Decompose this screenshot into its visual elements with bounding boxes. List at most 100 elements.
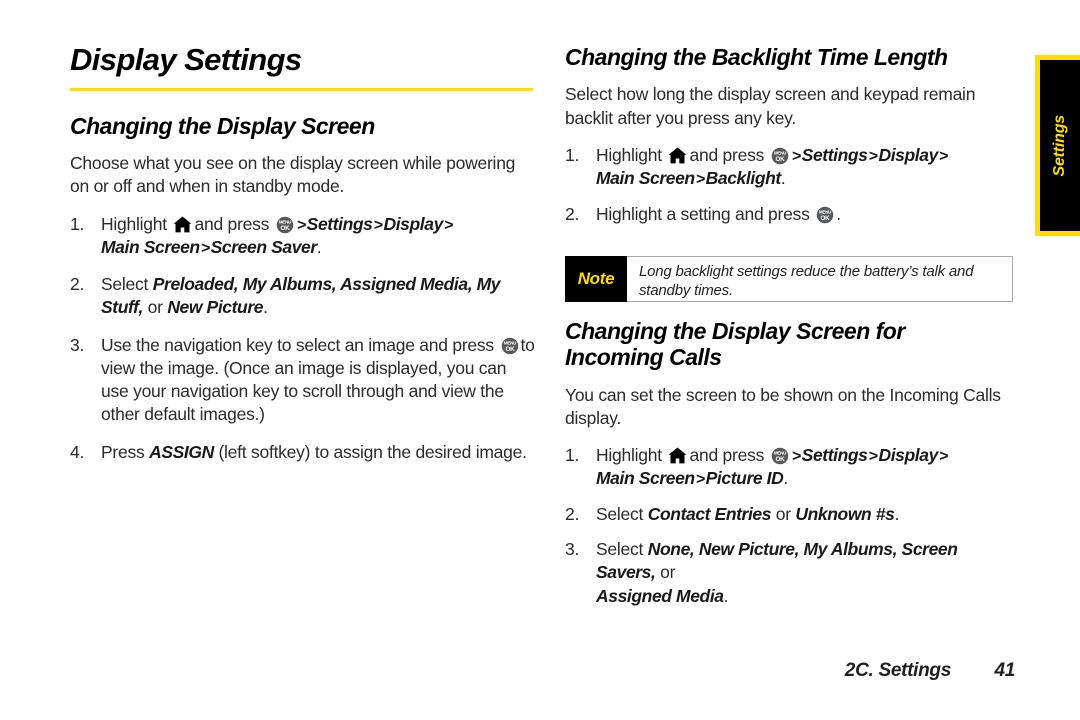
list-item: 2. Select Preloaded, My Albums, Assigned …: [70, 273, 535, 320]
step-number: 1.: [565, 144, 580, 165]
menu-path-settings: Settings: [306, 213, 373, 234]
path-separator: >: [695, 171, 705, 189]
path-separator: >: [938, 147, 948, 165]
list-item: 3. Use the navigation key to select an im…: [70, 334, 535, 427]
step-number: 2.: [565, 203, 580, 224]
path-separator: >: [868, 448, 878, 466]
svg-text:OK: OK: [775, 156, 785, 163]
menu-ok-icon: MENU OK: [276, 216, 294, 234]
step-number: 1.: [565, 445, 580, 466]
path-separator: >: [791, 147, 801, 165]
page-footer: 2C. Settings 41: [565, 660, 1016, 682]
menu-ok-icon: MENU OK: [816, 206, 834, 224]
left-column: Display Settings Changing the Display Sc…: [70, 42, 535, 478]
step-text: Select: [101, 274, 149, 295]
steps-list-display-screen: 1. Highlight and press MENU OK >Settings>…: [70, 213, 535, 464]
menu-path-display: Display: [878, 144, 938, 165]
option-contact-entries: Contact Entries: [647, 503, 772, 524]
path-separator: >: [443, 216, 453, 234]
menu-path-main-screen: Main Screen: [596, 168, 695, 189]
steps-list-backlight: 1. Highlight and press MENU OK >Settings>…: [565, 144, 1015, 226]
step-text: Highlight a setting and press: [596, 203, 810, 224]
list-item: 3. Select None, New Picture, My Albums, S…: [565, 538, 1015, 608]
svg-text:MENU: MENU: [774, 451, 786, 456]
chapter-side-tab: Settings: [1035, 55, 1080, 236]
step-number: 3.: [70, 334, 85, 355]
right-column: Changing the Backlight Time Length Selec…: [565, 44, 1015, 608]
list-item: 4. Press ASSIGN (left softkey) to assign …: [70, 441, 535, 464]
svg-text:MENU: MENU: [279, 219, 291, 224]
step-number: 4.: [70, 441, 85, 462]
step-text: Select: [596, 538, 644, 559]
section-heading-backlight: Changing the Backlight Time Length: [565, 44, 948, 70]
svg-text:MENU: MENU: [503, 340, 515, 345]
step-text: Press: [101, 441, 145, 462]
section-intro-display-screen: Choose what you see on the display scree…: [70, 152, 516, 197]
step-text: Select: [596, 503, 644, 524]
note-box: Note Long backlight settings reduce the …: [565, 256, 1013, 302]
list-item: 1. Highlight and press MENU OK >Settings>…: [565, 144, 1015, 191]
path-separator: >: [695, 471, 705, 489]
home-icon: [173, 215, 192, 233]
menu-path-screen-saver: Screen Saver: [210, 236, 318, 257]
list-item: 2. Highlight a setting and press MENU OK …: [565, 203, 1015, 226]
footer-chapter: 2C. Settings: [844, 660, 952, 681]
menu-path-main-screen: Main Screen: [101, 236, 200, 257]
step-text: Highlight: [101, 213, 167, 234]
path-separator: >: [200, 239, 210, 257]
steps-list-incoming-calls: 1. Highlight and press MENU OK >Settings>…: [565, 444, 1015, 608]
home-icon: [668, 147, 687, 164]
note-label: Note: [565, 256, 627, 302]
path-separator: >: [373, 216, 383, 234]
heading-line-1: Changing the Display Screen for: [565, 317, 905, 344]
step-number: 2.: [70, 274, 85, 295]
option-new-picture: New Picture: [167, 297, 264, 318]
menu-path-display: Display: [383, 213, 443, 234]
step-text: .: [316, 236, 322, 257]
svg-text:MENU: MENU: [774, 151, 786, 156]
step-text: .: [783, 468, 788, 489]
option-unknown-numbers: Unknown #s: [795, 503, 895, 524]
section-intro-incoming-calls: You can set the screen to be shown on th…: [565, 384, 1001, 428]
step-text: .: [263, 297, 268, 318]
path-separator: >: [868, 147, 878, 165]
step-number: 1.: [70, 213, 85, 234]
step-text: or: [147, 297, 163, 318]
step-number: 3.: [565, 538, 580, 559]
menu-path-settings: Settings: [801, 445, 868, 466]
svg-text:OK: OK: [775, 456, 785, 463]
menu-path-main-screen: Main Screen: [596, 468, 695, 489]
menu-path-picture-id: Picture ID: [705, 468, 784, 489]
step-text: and press: [194, 213, 270, 234]
menu-path-display: Display: [878, 445, 938, 466]
step-number: 2.: [565, 503, 580, 524]
svg-text:OK: OK: [505, 345, 515, 352]
path-separator: >: [938, 448, 948, 466]
softkey-assign-label: ASSIGN: [149, 441, 214, 462]
option-assigned-media: Assigned Media: [596, 585, 724, 606]
step-text: or: [775, 503, 791, 524]
svg-text:OK: OK: [280, 224, 290, 231]
section-heading-display-screen: Changing the Display Screen: [70, 112, 375, 139]
note-text: Long backlight settings reduce the batte…: [627, 256, 1013, 302]
step-text: and press: [689, 445, 765, 466]
section-intro-backlight: Select how long the display screen and k…: [565, 84, 976, 128]
step-text: or: [660, 562, 676, 583]
heading-line-2: Incoming Calls: [565, 344, 722, 371]
step-text: .: [836, 203, 841, 224]
menu-ok-icon: MENU OK: [771, 147, 789, 165]
step-text: and press: [689, 144, 765, 165]
svg-text:MENU: MENU: [819, 209, 831, 214]
section-heading-incoming-calls: Changing the Display Screen for Incoming …: [565, 318, 1015, 371]
page-title: Display Settings: [70, 42, 302, 77]
path-separator: >: [791, 448, 801, 466]
footer-page-number: 41: [994, 660, 1015, 681]
option-list-primary: None, New Picture, My Albums, Screen Sav…: [596, 538, 958, 583]
home-icon: [668, 447, 687, 464]
menu-ok-icon: MENU OK: [501, 337, 519, 355]
list-item: 1. Highlight and press MENU OK >Settings>…: [70, 213, 535, 260]
list-item: 1. Highlight and press MENU OK >Settings>…: [565, 444, 1015, 491]
menu-path-settings: Settings: [801, 144, 868, 165]
list-item: 2. Select Contact Entries or Unknown #s.: [565, 503, 1015, 526]
step-text: Highlight: [596, 445, 662, 466]
